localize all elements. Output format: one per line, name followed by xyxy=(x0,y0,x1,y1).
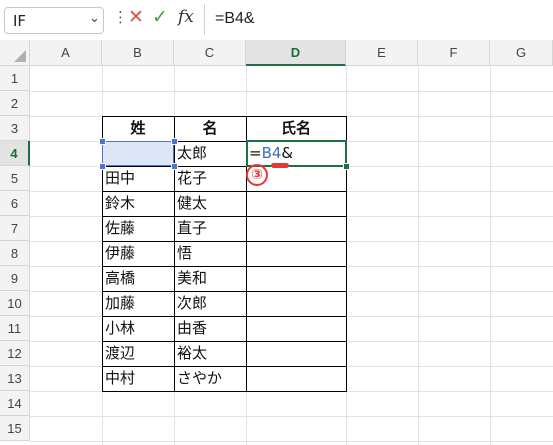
column-header-e[interactable]: E xyxy=(346,40,418,66)
table-border xyxy=(102,191,347,192)
column-header-b[interactable]: B xyxy=(102,40,174,66)
name-box[interactable]: IF ⌄ xyxy=(4,7,104,34)
cancel-icon[interactable]: ✕ xyxy=(128,6,144,28)
table-border xyxy=(102,316,347,317)
table-cell[interactable]: さやか xyxy=(174,366,246,391)
table-cell[interactable]: 直子 xyxy=(174,216,246,241)
row-header-10[interactable]: 10 xyxy=(0,291,30,316)
table-border xyxy=(102,341,347,342)
table-cell[interactable]: 伊藤 xyxy=(102,241,174,266)
table-cell[interactable]: 太郎 xyxy=(174,141,246,166)
d4-op: & xyxy=(281,144,294,162)
table-cell[interactable] xyxy=(246,316,346,341)
formula-bar: IF ⌄ ⋮ ✕ ✓ fx =B4& xyxy=(0,0,553,41)
d4-formula-edit[interactable]: =B4& xyxy=(246,141,346,166)
table-cell[interactable] xyxy=(246,291,346,316)
table-cell[interactable] xyxy=(246,216,346,241)
table-cell[interactable] xyxy=(246,366,346,391)
table-border xyxy=(174,116,175,392)
table-border xyxy=(102,266,347,267)
table-cell[interactable]: 悟 xyxy=(174,241,246,266)
referenced-cell-b4[interactable] xyxy=(102,141,174,166)
row-header-12[interactable]: 12 xyxy=(0,341,30,366)
d4-ref: B4 xyxy=(261,144,282,162)
row-header-5[interactable]: 5 xyxy=(0,166,30,191)
table-cell[interactable]: 小林 xyxy=(102,316,174,341)
spreadsheet-grid[interactable]: A B C D E F G 1 2 3 4 5 6 7 8 9 10 11 12… xyxy=(0,40,553,445)
table-cell[interactable]: 次郎 xyxy=(174,291,246,316)
row-header-13[interactable]: 13 xyxy=(0,366,30,391)
gridline-horizontal xyxy=(30,441,553,442)
row-header-3[interactable]: 3 xyxy=(0,116,30,141)
column-header-f[interactable]: F xyxy=(418,40,490,66)
more-options-icon[interactable]: ⋮ xyxy=(113,8,128,26)
gridline-vertical xyxy=(490,66,491,445)
annotation-underline xyxy=(271,163,289,168)
table-border xyxy=(102,216,347,217)
table-cell[interactable]: 佐藤 xyxy=(102,216,174,241)
column-header-g[interactable]: G xyxy=(490,40,553,66)
select-all-corner[interactable] xyxy=(0,40,30,66)
row-header-14[interactable]: 14 xyxy=(0,391,30,416)
table-header-cell[interactable]: 氏名 xyxy=(246,116,346,141)
name-box-value: IF xyxy=(13,12,27,30)
row-header-8[interactable]: 8 xyxy=(0,241,30,266)
chevron-down-icon[interactable]: ⌄ xyxy=(89,11,100,26)
table-cell[interactable] xyxy=(246,241,346,266)
gridline-vertical xyxy=(418,66,419,445)
table-cell[interactable]: 健太 xyxy=(174,191,246,216)
d4-eq: = xyxy=(249,144,262,162)
reference-handle[interactable] xyxy=(99,138,106,145)
row-header-7[interactable]: 7 xyxy=(0,216,30,241)
table-cell[interactable]: 花子 xyxy=(174,166,246,191)
insert-function-icon[interactable]: fx xyxy=(178,7,194,27)
table-border xyxy=(102,291,347,292)
gridline-horizontal xyxy=(30,416,553,417)
table-cell[interactable]: 加藤 xyxy=(102,291,174,316)
table-border xyxy=(102,116,347,117)
table-border xyxy=(102,366,347,367)
row-header-9[interactable]: 9 xyxy=(0,266,30,291)
row-header-11[interactable]: 11 xyxy=(0,316,30,341)
reference-handle[interactable] xyxy=(171,138,178,145)
row-header-6[interactable]: 6 xyxy=(0,191,30,216)
step-annotation-badge: ③ xyxy=(246,164,268,186)
row-header-2[interactable]: 2 xyxy=(0,91,30,116)
reference-handle[interactable] xyxy=(171,163,178,170)
table-cell[interactable]: 裕太 xyxy=(174,341,246,366)
table-cell[interactable] xyxy=(246,341,346,366)
table-cell[interactable]: 渡辺 xyxy=(102,341,174,366)
table-cell[interactable]: 田中 xyxy=(102,166,174,191)
formula-text: =B4& xyxy=(215,10,255,27)
table-header-cell[interactable]: 名 xyxy=(174,116,246,141)
gridline-horizontal xyxy=(30,91,553,92)
enter-check-icon[interactable]: ✓ xyxy=(152,6,168,28)
table-header-cell[interactable]: 姓 xyxy=(102,116,174,141)
row-header-4[interactable]: 4 xyxy=(0,141,30,166)
table-cell[interactable]: 高橋 xyxy=(102,266,174,291)
reference-handle[interactable] xyxy=(99,163,106,170)
table-border xyxy=(102,241,347,242)
row-header-15[interactable]: 15 xyxy=(0,416,30,441)
row-header-1[interactable]: 1 xyxy=(0,66,30,91)
column-header-d[interactable]: D xyxy=(246,40,346,66)
table-cell[interactable]: 鈴木 xyxy=(102,191,174,216)
table-cell[interactable] xyxy=(246,191,346,216)
formula-input[interactable]: =B4& xyxy=(204,4,553,35)
column-header-c[interactable]: C xyxy=(174,40,246,66)
table-cell[interactable]: 美和 xyxy=(174,266,246,291)
column-header-a[interactable]: A xyxy=(30,40,102,66)
table-cell[interactable]: 中村 xyxy=(102,366,174,391)
table-border xyxy=(102,391,347,392)
table-cell[interactable] xyxy=(246,266,346,291)
table-cell[interactable]: 由香 xyxy=(174,316,246,341)
